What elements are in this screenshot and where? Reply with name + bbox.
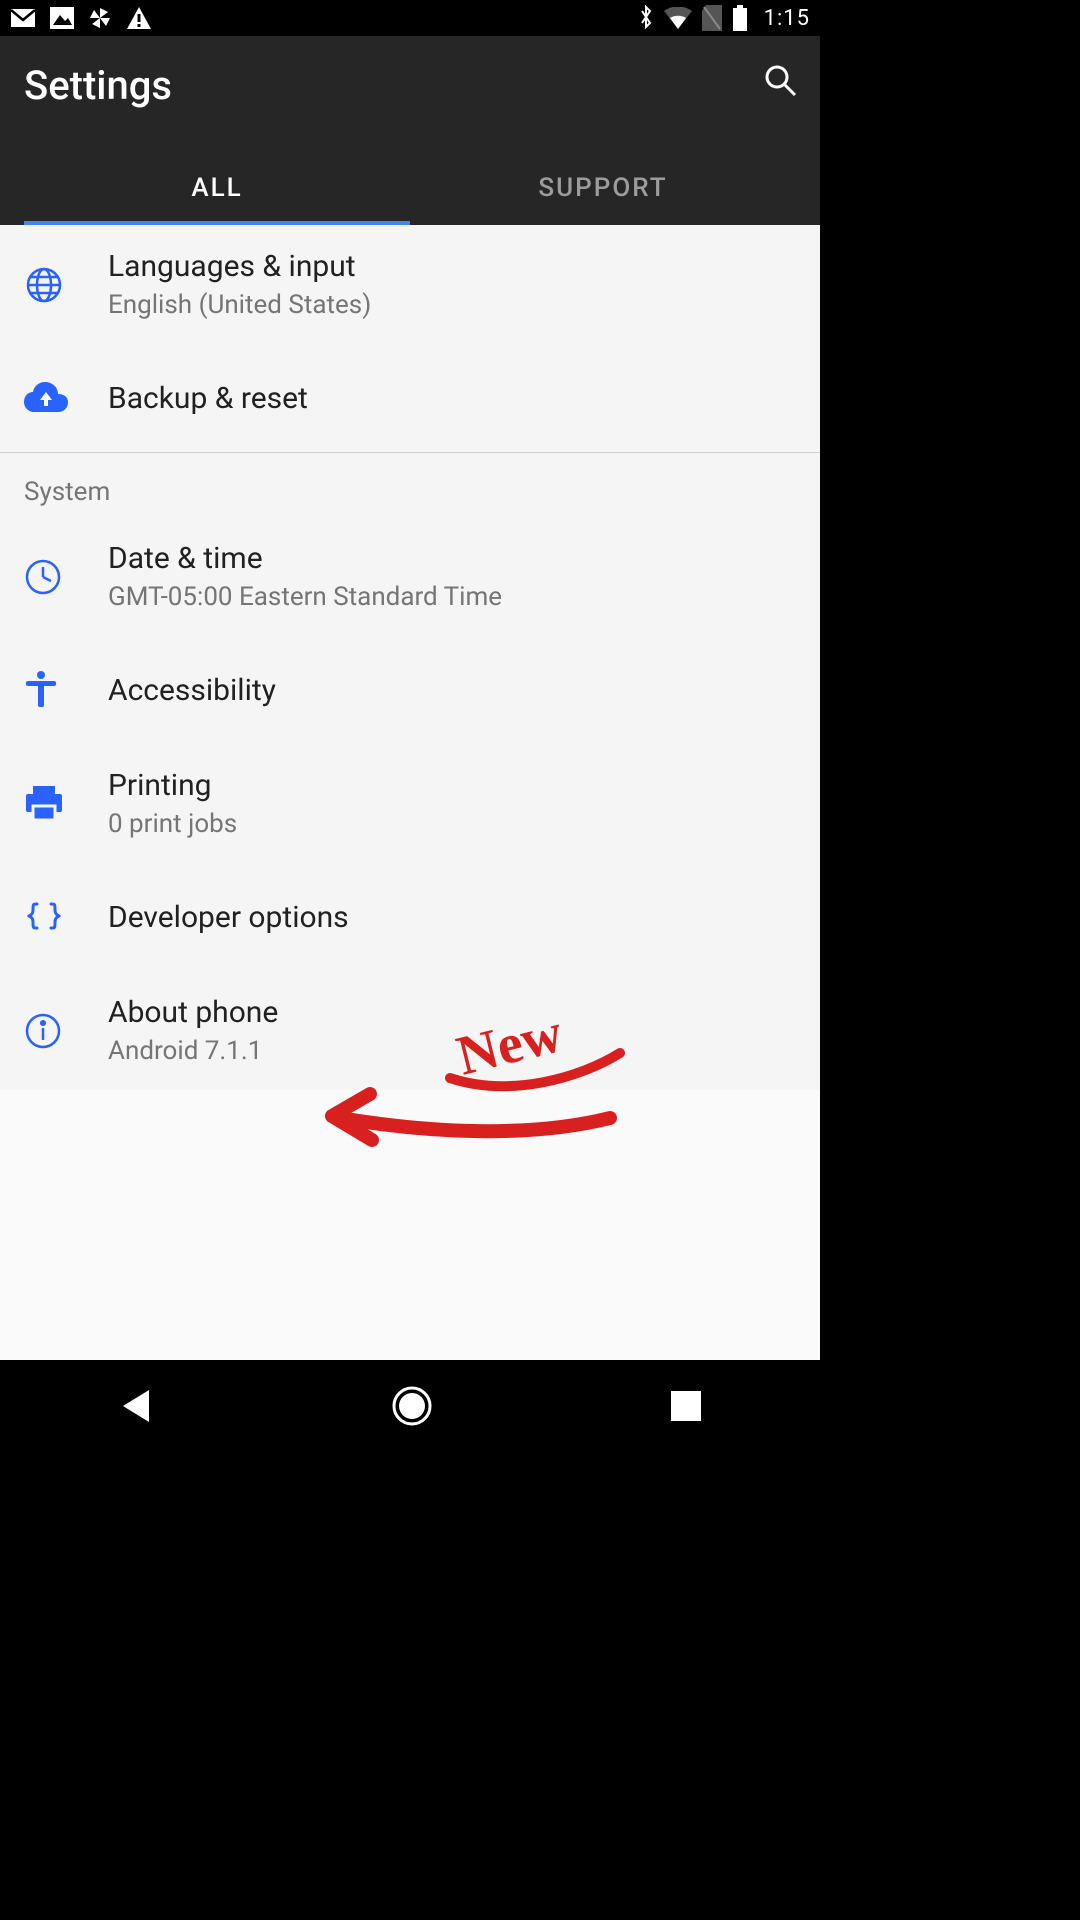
row-languages-input[interactable]: Languages & input English (United States… — [0, 225, 820, 344]
accessibility-icon — [24, 670, 108, 710]
row-label: Languages & input — [108, 249, 371, 284]
navigation-bar — [0, 1360, 820, 1456]
cloud-upload-icon — [24, 382, 108, 414]
bluetooth-icon — [638, 5, 654, 31]
clock-text: 1:15 — [764, 6, 810, 31]
search-icon — [762, 62, 798, 98]
section-system: System — [0, 453, 820, 517]
battery-icon — [732, 5, 748, 31]
back-icon — [119, 1387, 153, 1425]
row-printing[interactable]: Printing 0 print jobs — [0, 744, 820, 863]
row-date-time[interactable]: Date & time GMT-05:00 Eastern Standard T… — [0, 517, 820, 636]
braces-icon — [24, 901, 108, 933]
tab-all[interactable]: ALL — [24, 155, 410, 225]
back-button[interactable] — [119, 1387, 153, 1429]
row-sub: 0 print jobs — [108, 809, 237, 839]
pinwheel-icon — [88, 6, 112, 30]
row-label: Developer options — [108, 900, 349, 935]
clock-icon — [24, 558, 108, 596]
warning-icon — [126, 6, 152, 30]
globe-icon — [24, 265, 108, 305]
recents-button[interactable] — [671, 1391, 701, 1425]
screen: 1:15 Settings ALL SUPPORT Languages & in… — [0, 0, 820, 1456]
row-label: About phone — [108, 995, 278, 1030]
toolbar: Settings ALL SUPPORT — [0, 36, 820, 225]
home-icon — [391, 1385, 433, 1427]
home-button[interactable] — [391, 1385, 433, 1431]
row-label: Printing — [108, 768, 237, 803]
row-label: Date & time — [108, 541, 502, 576]
row-developer-options[interactable]: Developer options — [0, 863, 820, 971]
row-accessibility[interactable]: Accessibility — [0, 636, 820, 744]
row-sub: English (United States) — [108, 290, 371, 320]
search-button[interactable] — [762, 62, 798, 102]
printer-icon — [24, 786, 108, 822]
row-sub: GMT-05:00 Eastern Standard Time — [108, 582, 502, 612]
settings-list[interactable]: Languages & input English (United States… — [0, 225, 820, 1090]
no-sim-icon — [702, 5, 722, 31]
photos-icon — [50, 7, 74, 29]
status-left — [10, 6, 152, 30]
tab-support[interactable]: SUPPORT — [410, 155, 796, 225]
row-label: Accessibility — [108, 673, 276, 708]
info-icon — [24, 1012, 108, 1050]
page-title: Settings — [24, 62, 796, 109]
row-sub: Android 7.1.1 — [108, 1036, 278, 1066]
wifi-icon — [664, 7, 692, 29]
row-about-phone[interactable]: About phone Android 7.1.1 — [0, 971, 820, 1090]
square-icon — [671, 1391, 701, 1421]
row-backup-reset[interactable]: Backup & reset — [0, 344, 820, 452]
status-bar: 1:15 — [0, 0, 820, 36]
status-right: 1:15 — [638, 5, 810, 31]
tabs: ALL SUPPORT — [24, 155, 796, 225]
gmail-icon — [10, 8, 36, 28]
row-label: Backup & reset — [108, 381, 308, 416]
